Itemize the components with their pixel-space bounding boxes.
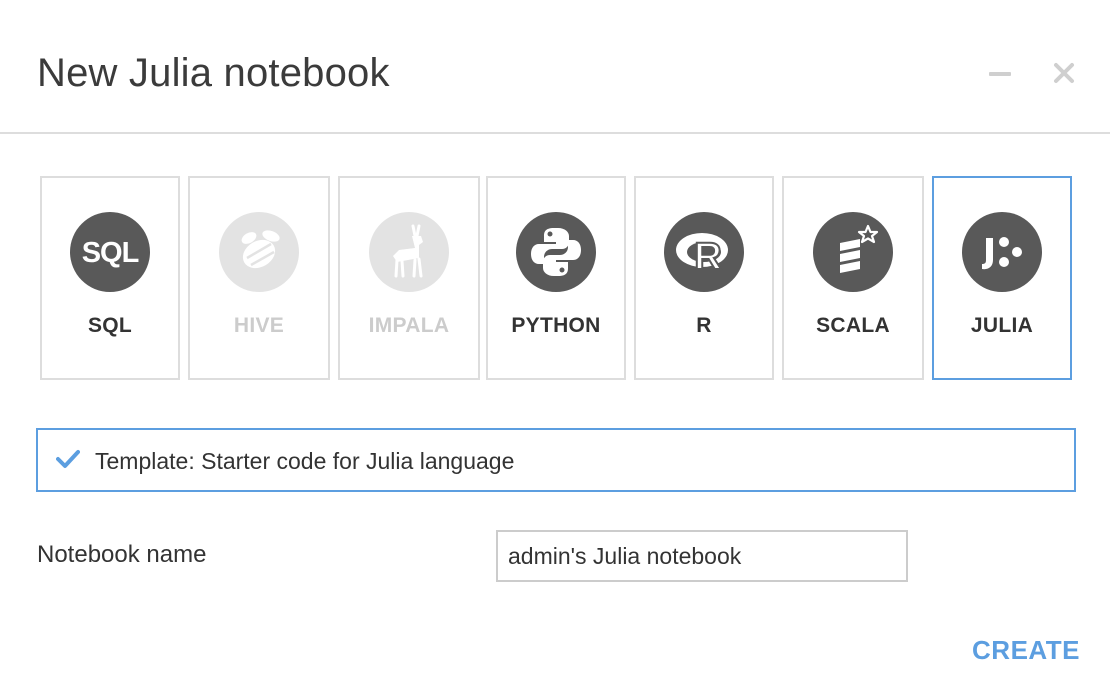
template-text: Template: Starter code for Julia languag… <box>95 448 515 474</box>
language-tile-python[interactable]: PYTHON <box>486 176 626 380</box>
language-picker: SQL SQL HIVE IMPALA PYTHON R R SCALA JUL… <box>40 176 1072 380</box>
hive-icon <box>219 212 299 292</box>
minimize-icon <box>989 72 1011 76</box>
language-tile-label: JULIA <box>970 314 1034 337</box>
svg-text:R: R <box>694 236 721 278</box>
notebook-name-label: Notebook name <box>37 541 207 568</box>
new-notebook-dialog: New Julia notebook SQL SQL HIVE IMPALA P… <box>0 0 1110 694</box>
minimize-button[interactable] <box>983 56 1017 90</box>
language-tile-impala[interactable]: IMPALA <box>338 176 480 380</box>
create-button[interactable]: CREATE <box>960 630 1080 670</box>
language-tile-scala[interactable]: SCALA <box>782 176 924 380</box>
language-tile-label: R <box>696 314 712 337</box>
julia-icon <box>962 212 1042 292</box>
dialog-title: New Julia notebook <box>37 51 390 95</box>
language-tile-label: SCALA <box>816 314 890 337</box>
checkmark-icon <box>56 450 80 468</box>
language-tile-hive[interactable]: HIVE <box>188 176 330 380</box>
language-tile-sql[interactable]: SQL SQL <box>40 176 180 380</box>
language-tile-label: HIVE <box>233 314 285 337</box>
language-tile-label: IMPALA <box>368 314 450 337</box>
close-button[interactable] <box>1047 56 1081 90</box>
language-tile-julia[interactable]: JULIA <box>932 176 1072 380</box>
scala-icon <box>813 212 893 292</box>
dialog-header: New Julia notebook <box>0 0 1110 134</box>
svg-text:SQL: SQL <box>82 237 139 269</box>
impala-icon <box>369 212 449 292</box>
language-tile-label: PYTHON <box>511 314 601 337</box>
sql-icon: SQL <box>70 212 150 292</box>
r-icon: R <box>664 212 744 292</box>
close-icon <box>1054 63 1074 83</box>
language-tile-label: SQL <box>87 314 133 337</box>
template-option[interactable]: Template: Starter code for Julia languag… <box>36 428 1076 492</box>
python-icon <box>516 212 596 292</box>
notebook-name-input[interactable] <box>496 530 908 582</box>
language-tile-r[interactable]: R R <box>634 176 774 380</box>
